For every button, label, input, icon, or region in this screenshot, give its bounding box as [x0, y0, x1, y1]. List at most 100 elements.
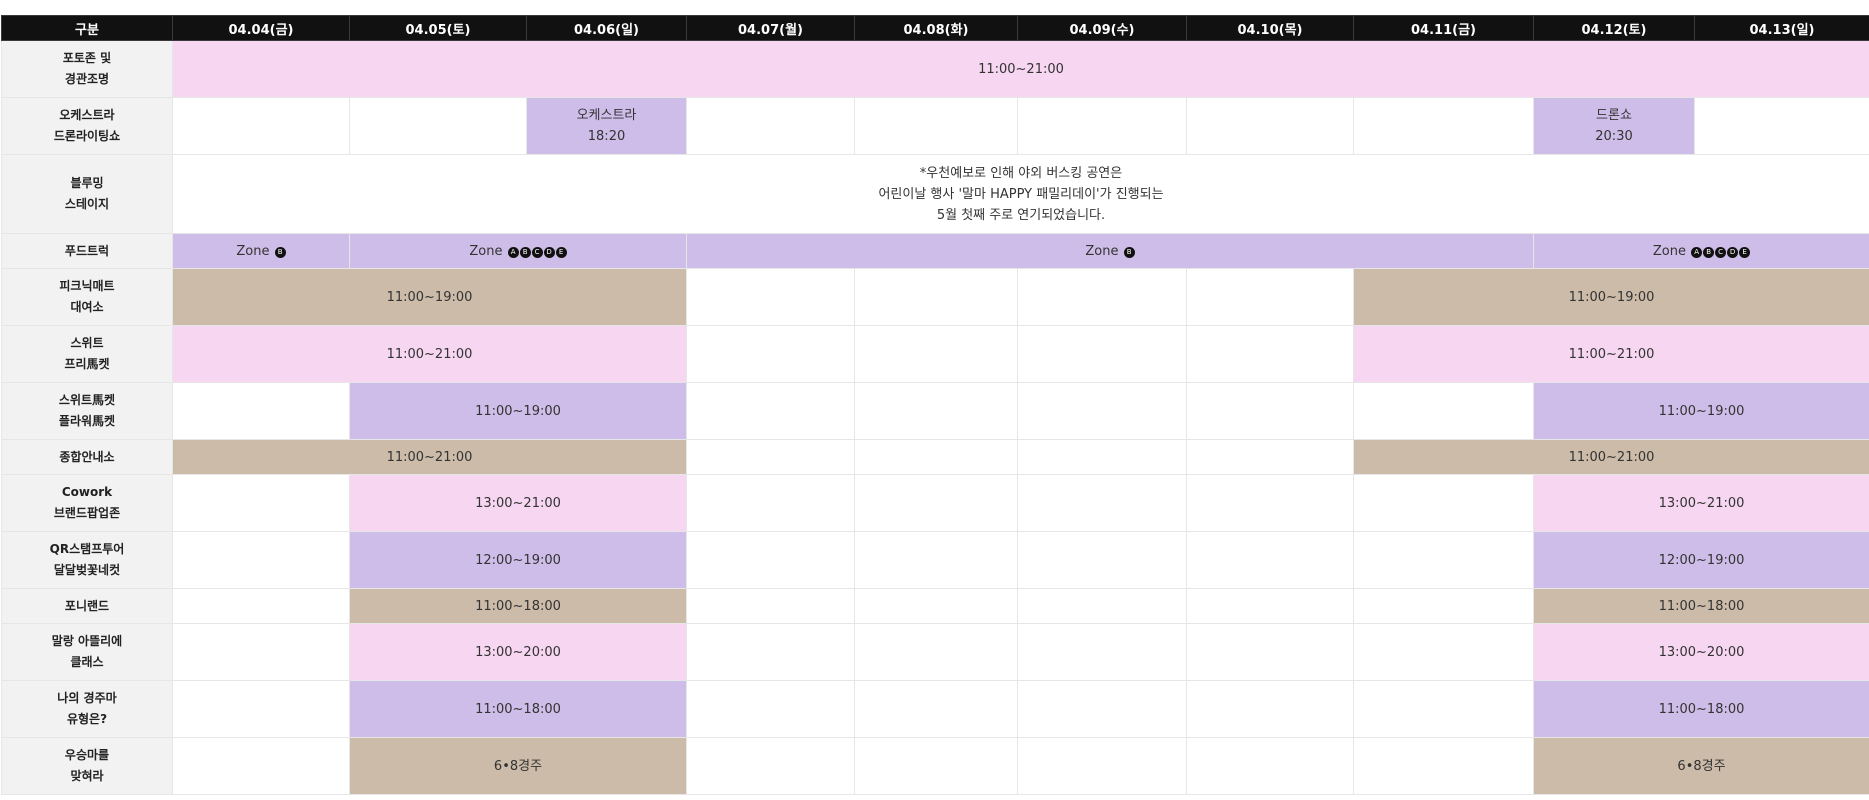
zone-badge-icon: C: [1715, 246, 1727, 258]
zone-badge-icon: D: [543, 246, 555, 258]
header-date: 04.07(월): [686, 15, 855, 41]
row-label-line: 오케스트라: [59, 108, 115, 122]
time-cell: 13:00~20:00: [1533, 623, 1869, 681]
empty-cell: [1017, 97, 1187, 155]
empty-cell: [1353, 97, 1534, 155]
zone-badge-icon: B: [1703, 246, 1715, 258]
row-label-line: 플라워馬켓: [58, 414, 116, 428]
row-ponyland: 포니랜드 11:00~18:00 11:00~18:00: [1, 588, 1869, 624]
row-label: 스위트馬켓플라워馬켓: [1, 382, 173, 440]
row-orchestra: 오케스트라 드론라이팅쇼 오케스트라 18:20 드론쇼 20:30: [1, 97, 1869, 155]
zone-badges: B: [274, 244, 286, 259]
empty-cell: [1017, 268, 1187, 326]
time-cell: 12:00~19:00: [349, 531, 687, 589]
time-cell: 11:00~18:00: [1533, 680, 1869, 738]
empty-cell: [686, 623, 855, 681]
empty-cell: [1353, 531, 1534, 589]
row-label-line: 포토존 및: [62, 51, 112, 65]
empty-cell: [854, 474, 1018, 532]
row-label: 블루밍 스테이지: [1, 154, 173, 234]
row-sweet-free-market: 스위트 프리馬켓 11:00~21:00 11:00~21:00: [1, 325, 1869, 383]
row-atelier: 말랑 아뜰리에 클래스 13:00~20:00 13:00~20:00: [1, 623, 1869, 681]
event-time: 18:20: [587, 129, 626, 144]
empty-cell: [1017, 531, 1187, 589]
header-date: 04.08(화): [854, 15, 1018, 41]
zone-word: Zone: [469, 243, 503, 259]
header-date: 04.12(토): [1533, 15, 1695, 41]
empty-cell: [854, 623, 1018, 681]
empty-cell: [172, 382, 350, 440]
row-winner: 우승마를 맞혀라 6•8경주 6•8경주: [1, 737, 1869, 795]
empty-cell: [1017, 623, 1187, 681]
zone-badge-icon: C: [531, 246, 543, 258]
empty-cell: [686, 439, 855, 475]
empty-cell: [854, 531, 1018, 589]
header-date: 04.05(토): [349, 15, 527, 41]
row-info-center: 종합안내소 11:00~21:00 11:00~21:00: [1, 439, 1869, 475]
header-category: 구분: [1, 15, 173, 41]
header-row: 구분 04.04(금) 04.05(토) 04.06(일) 04.07(월) 0…: [1, 15, 1869, 41]
zone-badge-icon: B: [519, 246, 531, 258]
row-racehorse: 나의 경주마 유형은? 11:00~18:00 11:00~18:00: [1, 680, 1869, 738]
empty-cell: [686, 737, 855, 795]
empty-cell: [172, 623, 350, 681]
header-date: 04.06(일): [526, 15, 687, 41]
empty-cell: [172, 531, 350, 589]
empty-cell: [1353, 680, 1534, 738]
empty-cell: [1353, 588, 1534, 624]
empty-cell: [686, 382, 855, 440]
row-label-line: 클래스: [70, 655, 104, 669]
empty-cell: [172, 680, 350, 738]
empty-cell: [1186, 439, 1354, 475]
header-date: 04.10(목): [1186, 15, 1354, 41]
row-label-line: 달달벚꽃네컷: [53, 563, 121, 577]
time-cell: 11:00~21:00: [172, 40, 1869, 98]
row-label-line: 프리馬켓: [64, 357, 110, 371]
empty-cell: [686, 268, 855, 326]
row-label-line: 경관조명: [64, 72, 110, 86]
empty-cell: [1186, 97, 1354, 155]
empty-cell: [1017, 588, 1187, 624]
event-name: 드론쇼: [1596, 108, 1632, 123]
row-cowork: Cowork 브랜드팝업존 13:00~21:00 13:00~21:00: [1, 474, 1869, 532]
zone-badge-icon: E: [1739, 246, 1751, 258]
row-qr-stamp: QR스탬프투어 달달벚꽃네컷 12:00~19:00 12:00~19:00: [1, 531, 1869, 589]
zone-badges: ABCDE: [1690, 244, 1751, 259]
zone-badges: ABCDE: [507, 244, 567, 259]
zone-word: Zone: [1085, 243, 1119, 259]
empty-cell: [854, 737, 1018, 795]
zone-cell: Zone B: [172, 233, 350, 269]
empty-cell: [686, 680, 855, 738]
row-label-line: 스위트馬켓: [58, 393, 116, 407]
header-date: 04.09(수): [1017, 15, 1187, 41]
empty-cell: [854, 382, 1018, 440]
empty-cell: [1186, 588, 1354, 624]
time-cell: 11:00~18:00: [349, 588, 687, 624]
event-cell: 오케스트라 18:20: [526, 97, 687, 155]
time-cell: 11:00~21:00: [172, 325, 687, 383]
row-photozone: 포토존 및경관조명 11:00~21:00: [1, 40, 1869, 98]
empty-cell: [1017, 382, 1187, 440]
zone-cell: Zone B: [686, 233, 1534, 269]
empty-cell: [1186, 680, 1354, 738]
empty-cell: [686, 97, 855, 155]
empty-cell: [1186, 382, 1354, 440]
zone-badge-icon: E: [555, 246, 567, 258]
event-time: 20:30: [1595, 129, 1633, 144]
zone-word: Zone: [1652, 243, 1686, 259]
row-label-line: 블루밍: [70, 176, 104, 190]
time-cell: 11:00~19:00: [349, 382, 687, 440]
time-cell: 11:00~21:00: [1353, 325, 1869, 383]
time-cell: 11:00~18:00: [1533, 588, 1869, 624]
zone-cell: Zone ABCDE: [1533, 233, 1869, 269]
row-label-line: 유형은?: [66, 712, 108, 726]
time-cell: 11:00~21:00: [172, 439, 687, 475]
time-cell: 13:00~21:00: [349, 474, 687, 532]
empty-cell: [1353, 737, 1534, 795]
time-cell: 11:00~18:00: [349, 680, 687, 738]
row-label-line: 말랑 아뜰리에: [51, 634, 123, 648]
row-label-line: 우승마를: [64, 748, 110, 762]
empty-cell: [1353, 623, 1534, 681]
empty-cell: [172, 588, 350, 624]
notice-cell: *우천예보로 인해 야외 버스킹 공연은 어린이날 행사 '말마 HAPPY 패…: [172, 154, 1869, 234]
